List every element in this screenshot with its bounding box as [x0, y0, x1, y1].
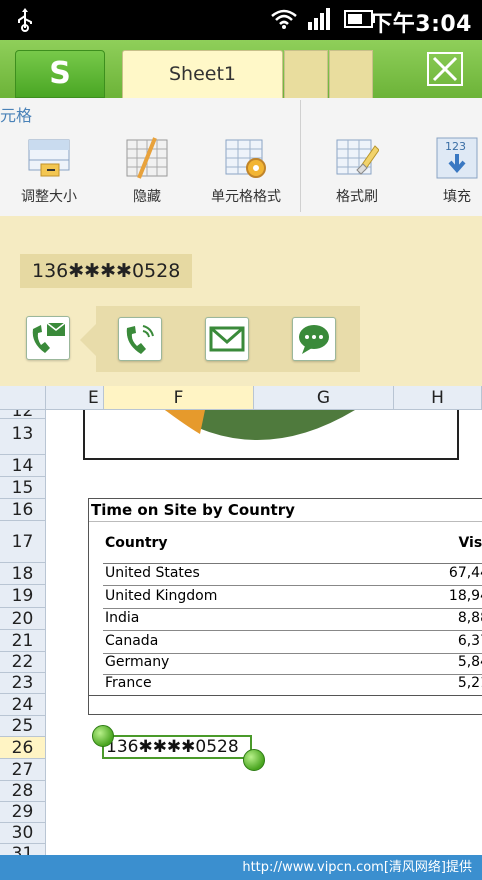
table-title: Time on Site by Country	[91, 501, 295, 519]
format-painter-button[interactable]: 格式刷	[334, 136, 380, 206]
country-cell: Germany	[105, 654, 170, 670]
phone-number-chip: 136✱✱✱✱0528	[20, 254, 192, 288]
mail-icon	[209, 326, 245, 352]
hide-column-icon	[126, 137, 168, 179]
hide-button[interactable]: 隐藏	[124, 136, 170, 206]
country-cell: France	[105, 675, 152, 691]
visits-cell: 5,21	[457, 675, 482, 691]
contact-action-panel: 136✱✱✱✱0528	[0, 216, 482, 386]
row-header[interactable]: 12	[0, 410, 46, 420]
pie-chart-slice	[165, 410, 355, 440]
row-header[interactable]: 24	[0, 694, 46, 716]
cell-format-label: 单元格格式	[211, 189, 281, 205]
tab-blank-1[interactable]	[284, 50, 328, 98]
resize-icon	[28, 139, 70, 177]
country-cell: Canada	[105, 633, 159, 649]
format-painter-label: 格式刷	[336, 189, 378, 205]
row-header[interactable]: 15	[0, 477, 46, 499]
table-row: India 8,88	[103, 608, 482, 631]
sheet-area[interactable]: Time on Site by Country Country Visi Uni…	[46, 410, 482, 855]
row-header[interactable]: 25	[0, 716, 46, 737]
status-bar: 下午3:04	[0, 0, 482, 40]
clock: 下午3:04	[370, 12, 472, 37]
usb-icon	[18, 8, 32, 32]
row-header[interactable]: 13	[0, 419, 46, 455]
row-header[interactable]: 21	[0, 630, 46, 652]
signal-icon	[308, 8, 330, 30]
table-bottom-rule	[89, 695, 482, 696]
country-cell: United Kingdom	[105, 588, 218, 604]
svg-text:123: 123	[445, 140, 466, 153]
table-row: France 5,21	[103, 673, 482, 696]
ribbon-toolbar: 元格 调整大小 隐藏 单元格格式 格式刷 123 填充	[0, 98, 482, 217]
row-header[interactable]: 23	[0, 673, 46, 694]
selection-handle-end[interactable]	[243, 749, 265, 771]
row-header[interactable]: 30	[0, 823, 46, 844]
sms-button[interactable]	[292, 317, 336, 361]
row-header[interactable]: 20	[0, 608, 46, 630]
country-cell: India	[105, 610, 140, 626]
selection-handle-start[interactable]	[92, 725, 114, 747]
select-all-corner[interactable]	[0, 386, 46, 410]
header-visits: Visi	[458, 535, 482, 551]
row-header[interactable]: 28	[0, 781, 46, 802]
format-painter-icon	[336, 139, 379, 175]
row-header[interactable]: 18	[0, 563, 46, 585]
visits-cell: 6,37	[457, 633, 482, 649]
visits-cell: 8,88	[457, 610, 482, 626]
hide-label: 隐藏	[133, 189, 161, 205]
title-divider	[89, 521, 482, 522]
row-header-selected[interactable]: 26	[0, 737, 46, 759]
resize-button[interactable]: 调整大小	[18, 136, 80, 206]
ribbon-group-label: 元格	[0, 106, 33, 125]
tab-sheet1[interactable]: Sheet1	[122, 50, 283, 98]
contact-action-button[interactable]	[26, 316, 70, 360]
tab-blank-2[interactable]	[329, 50, 373, 98]
row-header[interactable]: 14	[0, 455, 46, 477]
phone-message-icon	[32, 322, 66, 353]
column-header-h[interactable]: H	[394, 386, 482, 410]
fill-icon: 123	[436, 137, 478, 179]
pie-chart-object[interactable]	[83, 410, 459, 460]
ribbon-divider	[300, 100, 301, 212]
tab-bar: S Sheet1	[0, 40, 482, 98]
table-row: Canada 6,37	[103, 631, 482, 654]
chat-bubble-icon	[299, 325, 329, 354]
row-header[interactable]: 31	[0, 844, 46, 855]
visits-cell: 5,84	[457, 654, 482, 670]
table-row: United States 67,44	[103, 563, 482, 586]
row-headers: 12 13 14 15 16 17 18 19 20 21 22 23 24 2…	[0, 410, 46, 855]
row-header[interactable]: 17	[0, 521, 46, 563]
fill-label: 填充	[443, 189, 471, 205]
resize-label: 调整大小	[21, 189, 77, 205]
fill-button[interactable]: 123 填充	[434, 136, 480, 206]
row-header[interactable]: 19	[0, 585, 46, 608]
visits-cell: 67,44	[448, 565, 482, 581]
table-row: Germany 5,84	[103, 652, 482, 675]
column-header-f[interactable]: F	[104, 386, 254, 410]
close-icon	[432, 56, 458, 82]
column-header-g[interactable]: G	[254, 386, 394, 410]
country-table-object[interactable]: Time on Site by Country Country Visi Uni…	[88, 498, 482, 715]
app-logo-button[interactable]: S	[15, 50, 105, 98]
visits-cell: 18,94	[448, 588, 482, 604]
row-header[interactable]: 29	[0, 802, 46, 823]
cell-format-icon	[225, 139, 266, 178]
watermark-bar: http://www.vipcn.com[清风网络]提供	[0, 855, 482, 880]
row-header[interactable]: 27	[0, 759, 46, 781]
close-button[interactable]	[427, 52, 463, 86]
cell-format-button[interactable]: 单元格格式	[206, 136, 286, 206]
selected-cell-editor[interactable]: 136✱✱✱✱0528	[102, 735, 252, 759]
table-row: United Kingdom 18,94	[103, 586, 482, 609]
header-country: Country	[105, 535, 168, 551]
email-button[interactable]	[205, 317, 249, 361]
column-header-e[interactable]: E	[46, 386, 104, 410]
row-header[interactable]: 16	[0, 499, 46, 521]
wifi-icon	[271, 9, 297, 29]
submenu-pointer	[80, 324, 96, 356]
call-button[interactable]	[118, 317, 162, 361]
country-cell: United States	[105, 565, 200, 581]
phone-call-icon	[126, 325, 154, 354]
row-header[interactable]: 22	[0, 652, 46, 673]
